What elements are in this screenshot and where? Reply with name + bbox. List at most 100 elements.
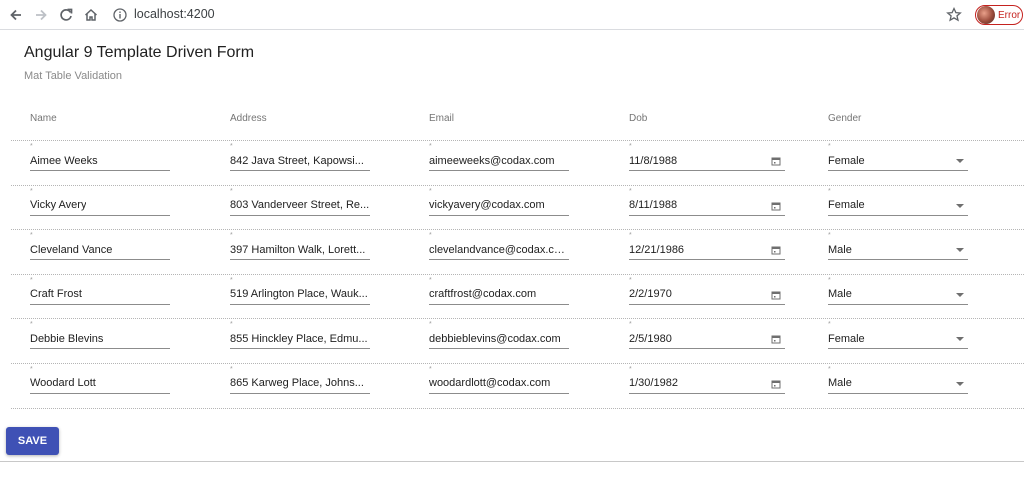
required-marker: * xyxy=(30,143,33,150)
required-marker: * xyxy=(629,276,632,284)
forward-arrow-icon[interactable] xyxy=(31,5,51,25)
dob-datepicker-input[interactable]: 12/21/1986 xyxy=(629,240,785,261)
chevron-down-icon[interactable] xyxy=(956,292,964,297)
name-input[interactable]: Debbie Blevins xyxy=(30,329,170,350)
name-input[interactable]: Vicky Avery xyxy=(30,196,170,216)
gender-value: Female xyxy=(828,154,865,167)
chevron-down-icon[interactable] xyxy=(956,248,964,253)
gender-select[interactable]: Male xyxy=(828,374,968,394)
required-marker: * xyxy=(828,365,831,373)
name-value: Debbie Blevins xyxy=(30,332,104,345)
calendar-icon[interactable] xyxy=(771,245,781,255)
gender-select[interactable]: Male xyxy=(828,285,968,305)
header-gender: Gender xyxy=(828,113,862,124)
calendar-icon[interactable] xyxy=(771,379,781,389)
name-input[interactable]: Aimee Weeks xyxy=(30,151,170,171)
gender-value: Male xyxy=(828,243,852,256)
required-marker: * xyxy=(429,187,432,195)
email-input[interactable]: craftfrost@codax.com xyxy=(429,285,569,305)
table-row: * Aimee Weeks * 842 Java Street, Kapowsi...… xyxy=(11,141,1024,186)
table-row: * Debbie Blevins * 855 Hinckley Place, Edmu… xyxy=(11,319,1024,364)
address-input[interactable]: 865 Karweg Place, Johns... xyxy=(230,374,370,394)
dob-value: 8/11/1988 xyxy=(629,199,678,212)
email-value: woodardlott@codax.com xyxy=(429,377,551,390)
address-bar-url[interactable]: localhost:4200 xyxy=(134,7,215,21)
reload-icon[interactable] xyxy=(56,5,76,25)
required-marker: * xyxy=(629,365,632,373)
required-marker: * xyxy=(429,276,432,284)
name-value: Woodard Lott xyxy=(30,377,96,390)
address-value: 842 Java Street, Kapowsi... xyxy=(230,154,364,167)
dob-datepicker-input[interactable]: 11/8/1988 xyxy=(629,151,785,171)
email-input[interactable]: woodardlott@codax.com xyxy=(429,374,569,394)
header-dob: Dob xyxy=(629,113,648,124)
required-marker: * xyxy=(429,365,432,373)
name-value: Cleveland Vance xyxy=(30,243,113,256)
required-marker: * xyxy=(429,143,432,150)
calendar-icon[interactable] xyxy=(771,290,781,300)
calendar-icon[interactable] xyxy=(771,156,781,166)
calendar-icon[interactable] xyxy=(771,334,781,344)
chevron-down-icon[interactable] xyxy=(956,337,964,342)
required-marker: * xyxy=(30,276,33,284)
info-icon[interactable] xyxy=(112,7,128,23)
page-title: Angular 9 Template Driven Form xyxy=(24,44,255,61)
back-arrow-icon[interactable] xyxy=(6,5,26,25)
address-value: 803 Vanderveer Street, Re... xyxy=(230,199,370,212)
calendar-icon[interactable] xyxy=(771,201,781,211)
name-input[interactable]: Woodard Lott xyxy=(30,374,170,394)
required-marker: * xyxy=(230,321,233,329)
name-input[interactable]: Cleveland Vance xyxy=(30,240,170,261)
dob-datepicker-input[interactable]: 2/5/1980 xyxy=(629,329,785,350)
email-input[interactable]: vickyavery@codax.com xyxy=(429,196,569,216)
email-input[interactable]: debbieblevins@codax.com xyxy=(429,329,569,350)
address-value: 397 Hamilton Walk, Lorett... xyxy=(230,243,366,256)
address-input[interactable]: 842 Java Street, Kapowsi... xyxy=(230,151,370,171)
required-marker: * xyxy=(828,276,831,284)
chevron-down-icon[interactable] xyxy=(956,203,964,208)
required-marker: * xyxy=(230,365,233,373)
star-icon[interactable] xyxy=(945,6,963,24)
address-value: 519 Arlington Place, Wauk... xyxy=(230,288,368,301)
address-input[interactable]: 803 Vanderveer Street, Re... xyxy=(230,196,370,216)
name-input[interactable]: Craft Frost xyxy=(30,285,170,305)
dob-value: 1/30/1982 xyxy=(629,377,678,390)
home-icon[interactable] xyxy=(81,5,101,25)
required-marker: * xyxy=(828,321,831,329)
dob-datepicker-input[interactable]: 1/30/1982 xyxy=(629,374,785,394)
profile-error-label: Error xyxy=(998,9,1021,21)
required-marker: * xyxy=(30,232,33,240)
gender-select[interactable]: Female xyxy=(828,151,968,171)
address-value: 865 Karweg Place, Johns... xyxy=(230,377,364,390)
table-header-row: Name Address Email Dob Gender xyxy=(11,99,1024,141)
dob-datepicker-input[interactable]: 8/11/1988 xyxy=(629,196,785,216)
name-value: Vicky Avery xyxy=(30,199,87,212)
required-marker: * xyxy=(230,187,233,195)
dob-datepicker-input[interactable]: 2/2/1970 xyxy=(629,285,785,305)
email-value: craftfrost@codax.com xyxy=(429,288,537,301)
name-value: Craft Frost xyxy=(30,288,82,301)
header-email: Email xyxy=(429,113,455,124)
table-row: * Vicky Avery * 803 Vanderveer Street, Re..… xyxy=(11,186,1024,231)
gender-select[interactable]: Female xyxy=(828,196,968,216)
data-table: Name Address Email Dob Gender * Aimee Wee… xyxy=(11,99,1024,409)
chevron-down-icon[interactable] xyxy=(956,381,964,386)
table-row: * Cleveland Vance * 397 Hamilton Walk, Lore… xyxy=(11,230,1024,275)
gender-select[interactable]: Male xyxy=(828,240,968,261)
email-value: debbieblevins@codax.com xyxy=(429,332,561,345)
email-input[interactable]: clevelandvance@codax.com xyxy=(429,240,569,261)
header-name: Name xyxy=(30,113,57,124)
chevron-down-icon[interactable] xyxy=(956,159,964,163)
required-marker: * xyxy=(230,276,233,284)
address-value: 855 Hinckley Place, Edmu... xyxy=(230,332,368,345)
email-input[interactable]: aimeeweeks@codax.com xyxy=(429,151,569,171)
table-row: * Woodard Lott * 865 Karweg Place, Johns...… xyxy=(11,364,1024,409)
address-input[interactable]: 855 Hinckley Place, Edmu... xyxy=(230,329,370,350)
address-input[interactable]: 519 Arlington Place, Wauk... xyxy=(230,285,370,305)
address-input[interactable]: 397 Hamilton Walk, Lorett... xyxy=(230,240,370,261)
gender-value: Female xyxy=(828,199,865,212)
gender-select[interactable]: Female xyxy=(828,329,968,350)
page-subtitle: Mat Table Validation xyxy=(24,70,123,82)
profile-button[interactable]: Error xyxy=(975,5,1023,25)
save-button[interactable]: SAVE xyxy=(6,427,59,455)
